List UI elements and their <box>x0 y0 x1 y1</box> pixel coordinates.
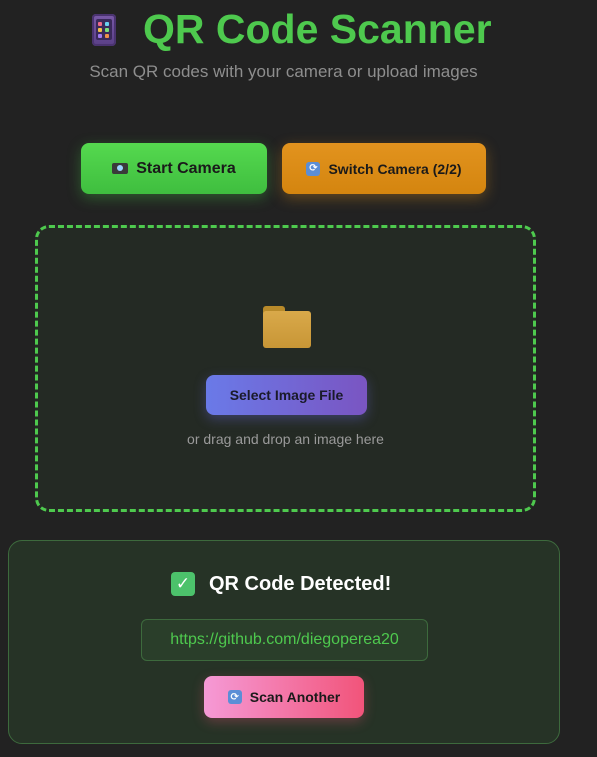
check-mark-icon: ✓ <box>171 572 195 596</box>
result-panel: ✓ QR Code Detected! https://github.com/d… <box>8 540 560 744</box>
header: QR Code Scanner <box>0 4 597 54</box>
start-camera-button[interactable]: Start Camera <box>81 143 267 194</box>
page-title: QR Code Scanner <box>143 6 492 52</box>
drop-hint-text: or drag and drop an image here <box>187 431 384 447</box>
page-subtitle: Scan QR codes with your camera or upload… <box>89 62 478 81</box>
select-image-file-button[interactable]: Select Image File <box>206 375 367 415</box>
switch-camera-button[interactable]: ⟳ Switch Camera (2/2) <box>282 143 486 194</box>
scan-another-button[interactable]: ⟳ Scan Another <box>204 676 364 718</box>
detected-url-field[interactable]: https://github.com/diegoperea20 <box>141 619 428 661</box>
camera-icon <box>112 163 129 174</box>
start-camera-label: Start Camera <box>136 159 236 177</box>
cycle-arrows-icon: ⟳ <box>227 690 242 704</box>
scan-another-label: Scan Another <box>249 689 341 705</box>
image-drop-zone[interactable]: Select Image File or drag and drop an im… <box>35 225 536 512</box>
switch-camera-label: Switch Camera (2/2) <box>328 160 462 177</box>
mobile-phone-icon <box>92 14 116 46</box>
folder-icon <box>263 306 311 348</box>
cycle-arrows-icon: ⟳ <box>306 161 321 176</box>
qr-scanner-page: QR Code Scanner Scan QR codes with your … <box>0 0 597 757</box>
result-title: QR Code Detected! <box>209 573 392 595</box>
